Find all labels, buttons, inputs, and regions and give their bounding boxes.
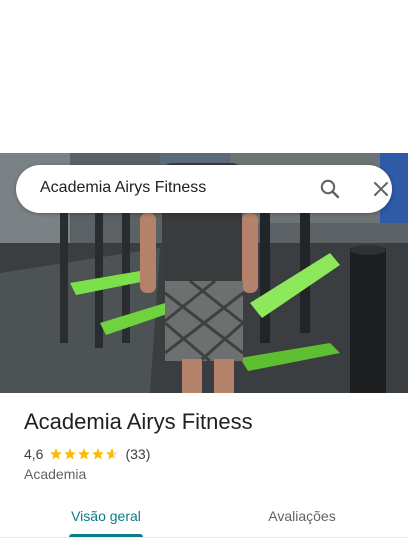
search-icon[interactable] xyxy=(318,177,342,201)
tab-overview[interactable]: Visão geral xyxy=(48,495,164,537)
tabs-divider xyxy=(0,537,408,538)
star-half-icon xyxy=(106,448,119,460)
search-input[interactable]: Academia Airys Fitness xyxy=(40,179,206,197)
star-icon xyxy=(50,448,63,460)
close-icon[interactable] xyxy=(369,177,393,201)
place-title: Academia Airys Fitness xyxy=(24,409,253,434)
place-tabs: Visão geral Avaliações xyxy=(0,495,408,541)
star-icon xyxy=(64,448,77,460)
rating-stars xyxy=(49,447,119,461)
star-icon xyxy=(78,448,91,460)
tab-reviews[interactable]: Avaliações xyxy=(232,495,372,537)
review-count[interactable]: (33) xyxy=(125,446,150,462)
map-blank-area xyxy=(0,0,408,153)
place-category: Academia xyxy=(24,466,87,482)
rating-row[interactable]: 4,6 (33) xyxy=(24,444,150,464)
star-icon xyxy=(92,448,105,460)
rating-value: 4,6 xyxy=(24,446,44,462)
search-bar[interactable]: Academia Airys Fitness xyxy=(16,165,392,213)
